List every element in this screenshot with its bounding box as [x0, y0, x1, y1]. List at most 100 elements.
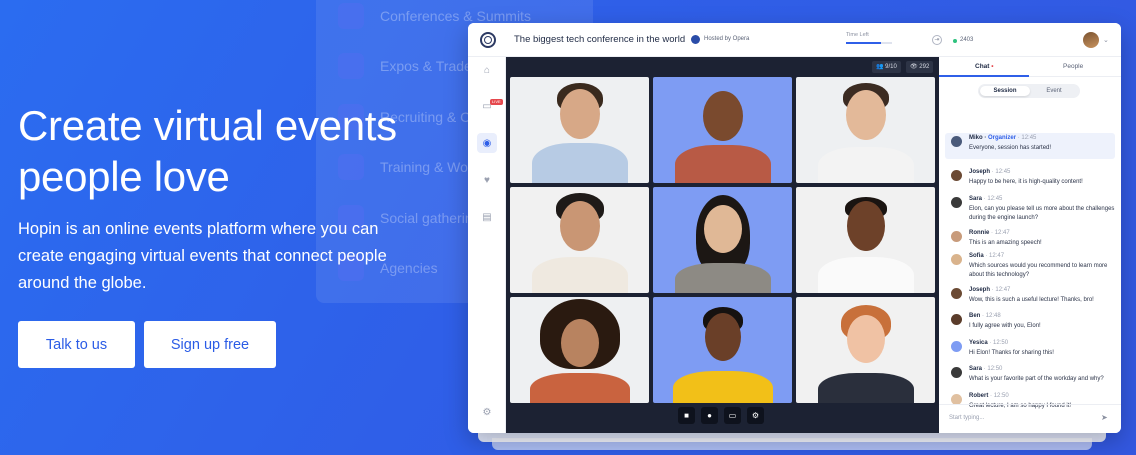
- host-logo-icon: [691, 35, 700, 44]
- chat-sender-name[interactable]: Ronnie: [969, 230, 989, 236]
- chat-avatar[interactable]: [951, 288, 962, 299]
- time-left-bar: [846, 42, 892, 44]
- chat-timestamp: · 12:47: [989, 230, 1010, 236]
- chat-avatar[interactable]: [951, 231, 962, 242]
- chat-message: Sara · 12:45 Elon, can you please tell us…: [945, 194, 1115, 226]
- viewers-count: 292: [919, 64, 930, 70]
- online-indicator-icon: [953, 39, 957, 43]
- tile-head: [846, 201, 885, 251]
- chat-message-text: Everyone, session has started!: [969, 145, 1052, 151]
- chat-message-header: Ronnie · 12:47: [969, 230, 1010, 236]
- exit-icon[interactable]: ⇥: [932, 35, 942, 45]
- chat-tabs: Chat • People: [939, 57, 1121, 77]
- chat-sender-name[interactable]: Robert: [969, 393, 988, 399]
- chat-message-text: Wow, this is such a useful lecture! Than…: [969, 297, 1094, 303]
- segment-event[interactable]: Event: [1030, 86, 1078, 96]
- video-tile[interactable]: [796, 77, 935, 183]
- video-tile[interactable]: [510, 77, 649, 183]
- expo-booth-icon[interactable]: ▤: [481, 212, 493, 223]
- chat-time-value: 12:47: [994, 230, 1010, 236]
- chat-message: Robert · 12:50 Great lecture, I am so hap…: [945, 391, 1115, 413]
- chevron-down-icon[interactable]: ⌄: [1103, 36, 1109, 44]
- video-tile[interactable]: [796, 187, 935, 293]
- chat-avatar[interactable]: [951, 170, 962, 181]
- chat-panel: Chat • People Session Event Miko · Organ…: [939, 57, 1121, 433]
- chat-time-value: 12:50: [987, 366, 1003, 372]
- user-avatar[interactable]: [1083, 32, 1099, 48]
- tile-body: [672, 371, 773, 403]
- tile-body: [674, 263, 771, 293]
- talk-to-us-button[interactable]: Talk to us: [18, 321, 135, 368]
- microphone-icon[interactable]: ●: [701, 407, 718, 424]
- chat-message-header: Sara · 12:45: [969, 196, 1002, 202]
- tile-head: [559, 201, 600, 251]
- video-tile[interactable]: [653, 297, 792, 403]
- chat-sender-name[interactable]: Sara: [969, 366, 982, 372]
- chat-time-value: 12:45: [995, 169, 1011, 175]
- chat-time-value: 12:47: [995, 287, 1011, 293]
- tab-chat[interactable]: Chat •: [975, 63, 994, 70]
- chat-input-divider: [939, 404, 1121, 405]
- chat-input[interactable]: Start typing...: [949, 415, 984, 421]
- chat-timestamp: · 12:50: [987, 340, 1009, 346]
- chat-avatar[interactable]: [951, 314, 962, 325]
- chat-message-header: Joseph · 12:47: [969, 287, 1010, 293]
- segment-session[interactable]: Session: [980, 86, 1030, 96]
- chat-sender-name[interactable]: Sofia: [969, 253, 984, 259]
- people-count-badge: 👥 9/10: [872, 61, 901, 73]
- chat-avatar[interactable]: [951, 136, 962, 147]
- chat-scope-toggle: Session Event: [978, 84, 1080, 98]
- sign-up-free-button[interactable]: Sign up free: [144, 321, 276, 368]
- chat-message-header: Sara · 12:50: [969, 366, 1002, 372]
- tile-head: [703, 205, 742, 253]
- chat-avatar[interactable]: [951, 341, 962, 352]
- settings-icon[interactable]: ⚙: [747, 407, 764, 424]
- chat-avatar[interactable]: [951, 367, 962, 378]
- tile-head: [704, 313, 741, 361]
- video-tile[interactable]: [510, 297, 649, 403]
- chat-message: Ronnie · 12:47 This is an amazing speech!: [945, 228, 1115, 250]
- expo-icon: [338, 53, 364, 79]
- sessions-icon[interactable]: ◉: [481, 138, 493, 149]
- video-stage: 👥 9/10 👁 292 ■ ● ▭ ⚙: [506, 57, 939, 433]
- chat-sender-name[interactable]: Joseph: [969, 287, 990, 293]
- chat-avatar[interactable]: [951, 254, 962, 265]
- video-tile[interactable]: [653, 77, 792, 183]
- chat-sender-name[interactable]: Miko: [969, 135, 983, 141]
- tab-people[interactable]: People: [1063, 63, 1083, 70]
- chat-avatar[interactable]: [951, 197, 962, 208]
- bg-menu-label: Conferences & Summits: [380, 8, 531, 24]
- hosted-by: Hosted by Opera: [704, 36, 750, 42]
- chat-timestamp: · 12:45: [1016, 135, 1037, 141]
- settings-gear-icon[interactable]: ⚙: [481, 407, 493, 418]
- camera-icon[interactable]: ■: [678, 407, 695, 424]
- tile-body: [529, 373, 630, 403]
- chat-message-text: Which sources would you recommend to lea…: [969, 263, 1108, 278]
- networking-icon[interactable]: ♥: [481, 175, 493, 186]
- chat-message-text: What is your favorite part of the workda…: [969, 376, 1104, 382]
- chat-sender-name[interactable]: Joseph: [969, 169, 990, 175]
- chat-message-header: Yesica · 12:50: [969, 340, 1008, 346]
- tile-head: [846, 315, 885, 363]
- hero-title-line: people love: [18, 153, 230, 200]
- chat-message-text: I fully agree with you, Elon!: [969, 323, 1041, 329]
- video-tile[interactable]: [653, 187, 792, 293]
- hero-title-line: Create virtual events: [18, 102, 397, 149]
- hero-subtitle: Hopin is an online events platform where…: [18, 220, 387, 292]
- video-tile[interactable]: [510, 187, 649, 293]
- home-icon[interactable]: ⌂: [481, 65, 493, 76]
- chat-sender-name[interactable]: Yesica: [969, 340, 988, 346]
- chat-time-value: 12:45: [987, 196, 1003, 202]
- chat-sender-role: Organizer: [988, 135, 1017, 141]
- chat-message-text: Happy to be here, it is high-quality con…: [969, 179, 1083, 185]
- chat-message-header: Sofia · 12:47: [969, 253, 1004, 259]
- tile-head: [702, 91, 743, 141]
- time-left-fill: [846, 42, 881, 44]
- time-left-label: Time Left: [846, 32, 869, 38]
- chat-sender-name[interactable]: Sara: [969, 196, 982, 202]
- chat-sender-name[interactable]: Ben: [969, 313, 980, 319]
- screen-share-icon[interactable]: ▭: [724, 407, 741, 424]
- video-tile[interactable]: [796, 297, 935, 403]
- send-icon[interactable]: ➤: [1101, 413, 1108, 422]
- hopin-logo-icon[interactable]: [480, 32, 496, 48]
